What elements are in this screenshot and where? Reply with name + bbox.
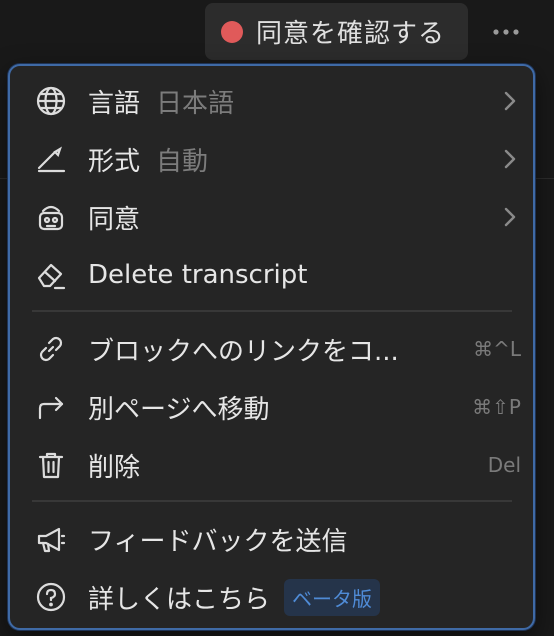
language-value: 日本語 [156, 88, 235, 119]
help-label: 詳しくはこちら [88, 584, 271, 615]
menu-item-format[interactable]: 形式 自動 [26, 134, 521, 184]
menu-item-copy-link[interactable]: ブロックへのリンクをコ... ⌘^L [26, 324, 521, 374]
chevron-right-icon [497, 205, 521, 229]
menu-item-delete[interactable]: 削除 Del [26, 440, 521, 490]
recording-dot-icon [221, 20, 243, 43]
move-shortcut: ⌘⇧P [472, 395, 521, 419]
trash-icon [34, 448, 68, 482]
copy-link-label: ブロックへのリンクをコ... [88, 336, 399, 367]
question-circle-icon [34, 580, 68, 614]
delete-shortcut: Del [487, 453, 521, 477]
menu-divider [32, 310, 512, 312]
consent-label: 同意 [88, 204, 141, 235]
consent-icon [34, 200, 68, 234]
menu-item-help[interactable]: 詳しくはこちら ベータ版 [26, 572, 521, 622]
copy-link-shortcut: ⌘^L [473, 337, 521, 361]
beta-badge: ベータ版 [284, 578, 381, 616]
confirm-consent-button[interactable]: 同意を確認する [205, 3, 468, 60]
pen-icon [34, 142, 68, 176]
language-label: 言語 [88, 88, 141, 119]
confirm-consent-label: 同意を確認する [256, 19, 446, 49]
chevron-right-icon [497, 89, 521, 113]
menu-item-feedback[interactable]: フィードバックを送信 [26, 514, 521, 564]
format-label: 形式 [88, 146, 141, 177]
menu-item-delete-transcript[interactable]: Delete transcript [26, 250, 521, 300]
menu-divider [32, 500, 512, 502]
more-options-button[interactable] [488, 14, 524, 50]
move-label: 別ページへ移動 [88, 394, 270, 425]
arrow-turn-icon [34, 390, 68, 424]
format-value: 自動 [156, 146, 209, 177]
feedback-label: フィードバックを送信 [88, 526, 348, 557]
ellipsis-icon [493, 29, 519, 35]
eraser-icon [34, 258, 68, 292]
menu-item-language[interactable]: 言語 日本語 [26, 76, 521, 126]
delete-transcript-label: Delete transcript [88, 260, 308, 290]
delete-label: 削除 [88, 452, 141, 483]
link-icon [34, 332, 68, 366]
megaphone-icon [34, 522, 68, 556]
globe-icon [34, 84, 68, 118]
menu-item-consent[interactable]: 同意 [26, 192, 521, 242]
menu-item-move[interactable]: 別ページへ移動 ⌘⇧P [26, 382, 521, 432]
context-menu: 言語 日本語 形式 自動 同意 Delete transcript ブロックへの… [8, 64, 535, 630]
chevron-right-icon [497, 147, 521, 171]
